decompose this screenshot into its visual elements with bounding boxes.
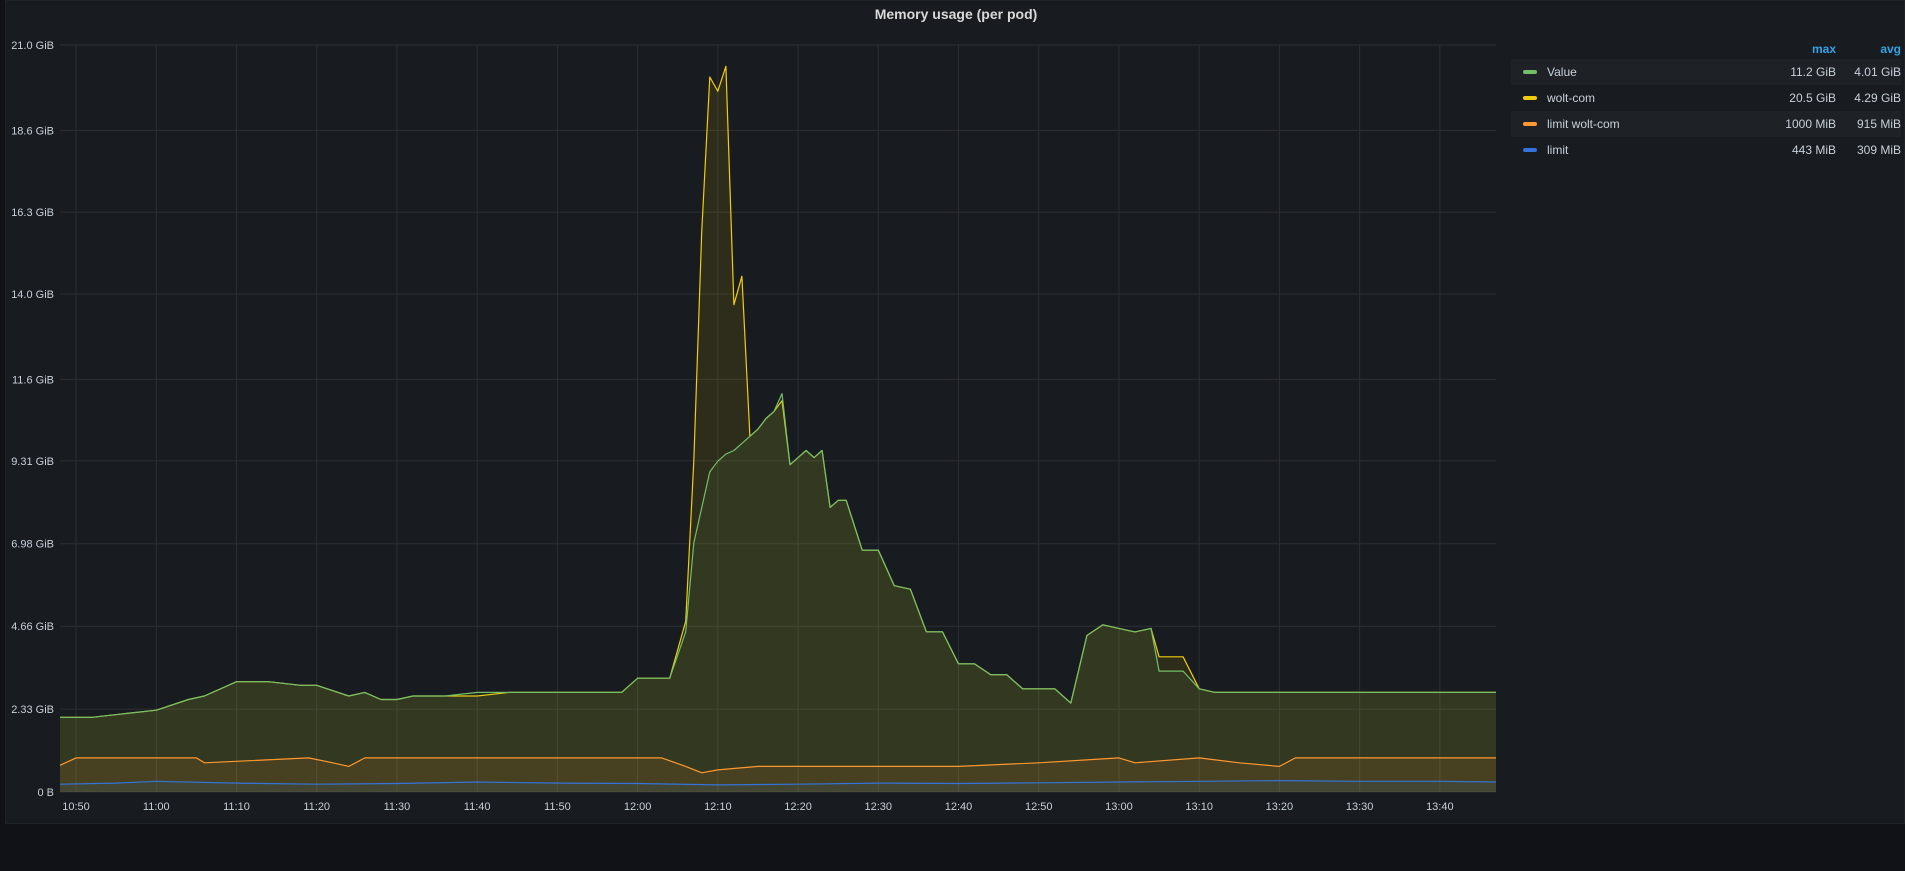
legend-rows: Value 11.2 GiB 4.01 GiB wolt-com 20.5 Gi… xyxy=(1511,59,1901,163)
y-tick-label: 16.3 GiB xyxy=(11,207,54,219)
legend-item-name[interactable]: limit wolt-com xyxy=(1547,117,1771,131)
x-tick-label: 12:00 xyxy=(624,801,652,813)
legend-item[interactable]: wolt-com 20.5 GiB 4.29 GiB xyxy=(1511,85,1901,111)
x-tick-label: 11:00 xyxy=(143,801,170,813)
x-tick-label: 12:40 xyxy=(945,801,973,813)
x-tick-label: 11:50 xyxy=(544,801,571,813)
x-tick-label: 12:20 xyxy=(784,801,812,813)
legend-item-avg: 309 MiB xyxy=(1856,143,1901,157)
legend-item-name[interactable]: wolt-com xyxy=(1547,91,1771,105)
legend-item-max: 1000 MiB xyxy=(1785,117,1836,131)
y-tick-label: 0 B xyxy=(37,787,54,799)
x-tick-label: 13:30 xyxy=(1346,801,1374,813)
legend-item-name[interactable]: limit xyxy=(1547,143,1771,157)
x-tick-label: 12:50 xyxy=(1025,801,1053,813)
legend-item-avg: 4.01 GiB xyxy=(1854,65,1901,79)
series-area xyxy=(60,393,1496,792)
y-tick-label: 11.6 GiB xyxy=(12,374,54,386)
y-tick-label: 9.31 GiB xyxy=(11,456,54,468)
x-tick-label: 11:20 xyxy=(303,801,330,813)
legend: max avg Value 11.2 GiB 4.01 GiB wolt-com… xyxy=(1511,39,1901,163)
y-tick-label: 4.66 GiB xyxy=(11,621,54,633)
x-tick-label: 12:10 xyxy=(704,801,732,813)
x-tick-label: 12:30 xyxy=(865,801,893,813)
legend-swatch[interactable] xyxy=(1523,122,1537,126)
legend-item-avg: 4.29 GiB xyxy=(1854,91,1901,105)
y-tick-label: 18.6 GiB xyxy=(11,125,54,137)
x-tick-label: 11:40 xyxy=(464,801,491,813)
legend-item-avg: 915 MiB xyxy=(1856,117,1901,131)
legend-avg-header[interactable]: avg xyxy=(1836,42,1901,56)
legend-max-header[interactable]: max xyxy=(1771,42,1836,56)
legend-swatch[interactable] xyxy=(1523,70,1537,74)
x-tick-label: 11:30 xyxy=(384,801,411,813)
y-tick-label: 2.33 GiB xyxy=(11,704,54,716)
y-tick-label: 14.0 GiB xyxy=(11,289,54,301)
x-tick-label: 13:40 xyxy=(1426,801,1454,813)
bottom-strip xyxy=(0,824,1905,871)
x-tick-label: 13:10 xyxy=(1185,801,1213,813)
y-tick-label: 21.0 GiB xyxy=(11,40,54,52)
legend-item-max: 20.5 GiB xyxy=(1789,91,1836,105)
x-tick-label: 13:20 xyxy=(1266,801,1294,813)
legend-item-max: 443 MiB xyxy=(1791,143,1836,157)
chart-panel: Memory usage (per pod) 0 B 2.33 GiB 4.66 G… xyxy=(5,0,1905,824)
x-tick-label: 10:50 xyxy=(62,801,90,813)
legend-item-name[interactable]: Value xyxy=(1547,65,1771,79)
legend-item[interactable]: limit wolt-com 1000 MiB 915 MiB xyxy=(1511,111,1901,137)
y-tick-label: 6.98 GiB xyxy=(11,539,54,551)
legend-swatch[interactable] xyxy=(1523,96,1537,100)
x-tick-label: 11:10 xyxy=(223,801,250,813)
x-tick-label: 13:00 xyxy=(1105,801,1133,813)
legend-swatch[interactable] xyxy=(1523,148,1537,152)
legend-item[interactable]: limit 443 MiB 309 MiB xyxy=(1511,137,1901,163)
legend-header: max avg xyxy=(1511,39,1901,59)
legend-item[interactable]: Value 11.2 GiB 4.01 GiB xyxy=(1511,59,1901,85)
legend-item-max: 11.2 GiB xyxy=(1790,65,1836,79)
